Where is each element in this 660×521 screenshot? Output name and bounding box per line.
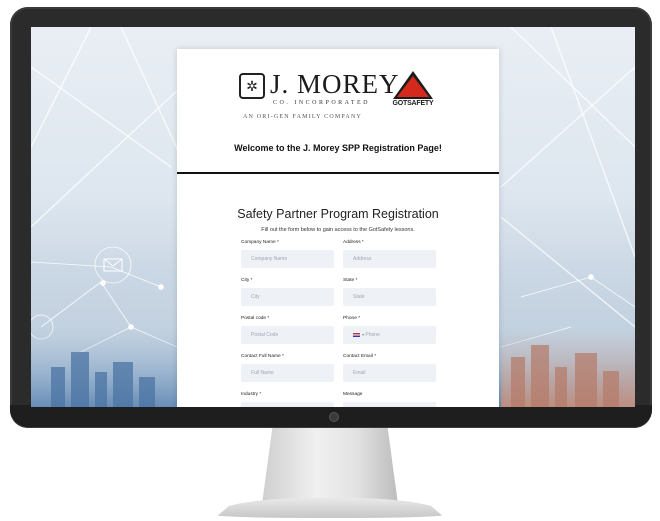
contact-full-name-label: Contact Full Name * [241, 354, 284, 359]
postal-code-input[interactable]: Postal Code [241, 326, 334, 344]
form-subtitle: Fill out the form below to gain access t… [261, 227, 415, 233]
industry-label: Industry * [241, 392, 262, 397]
message-textarea[interactable] [343, 402, 436, 407]
state-input[interactable]: State [343, 288, 436, 306]
phone-placeholder: Phone [365, 332, 380, 338]
industry-select[interactable] [241, 402, 334, 407]
logo-row: ✲ J. MOREY CO. INCORPORATED AN ORI-GEN F… [177, 69, 499, 129]
address-input[interactable]: Address [343, 250, 436, 268]
monitor-stand-base [215, 498, 445, 518]
contact-full-name-input[interactable]: Full Name [241, 364, 334, 382]
contact-email-label: Contact Email * [343, 354, 377, 359]
form-title: Safety Partner Program Registration [237, 207, 439, 221]
welcome-heading: Welcome to the J. Morey SPP Registration… [234, 143, 442, 153]
monitor-stand-neck [262, 424, 398, 504]
contact-email-input[interactable]: Email [343, 364, 436, 382]
jmorey-logo-sub: CO. INCORPORATED [273, 100, 371, 106]
city-input[interactable]: City [241, 288, 334, 306]
jmorey-logo-tagline: AN ORI-GEN FAMILY COMPANY [243, 114, 363, 120]
company-name-label: Company Name * [241, 240, 279, 245]
state-label: State * [343, 278, 358, 283]
phone-label: Phone * [343, 316, 361, 321]
registration-card: ✲ J. MOREY CO. INCORPORATED AN ORI-GEN F… [177, 49, 499, 407]
monitor-screen: ✲ J. MOREY CO. INCORPORATED AN ORI-GEN F… [31, 27, 635, 407]
address-label: Address * [343, 240, 364, 245]
gotsafety-triangle-icon [393, 71, 433, 99]
envelope-icon [103, 258, 123, 272]
company-name-input[interactable]: Company Name [241, 250, 334, 268]
header-divider [177, 172, 499, 174]
postal-code-label: Postal code * [241, 316, 270, 321]
gotsafety-logo-name: GOTSAFETY [392, 100, 434, 107]
us-flag-icon[interactable] [353, 332, 360, 337]
gear-cluster-icon: ✲ [239, 73, 265, 99]
jmorey-logo-name: J. MOREY [270, 69, 400, 99]
phone-input[interactable]: ▾ Phone [343, 326, 436, 344]
message-label: Message [343, 392, 363, 397]
city-label: City * [241, 278, 253, 283]
chevron-down-icon: ▾ [362, 332, 365, 337]
camera-icon [329, 412, 339, 422]
